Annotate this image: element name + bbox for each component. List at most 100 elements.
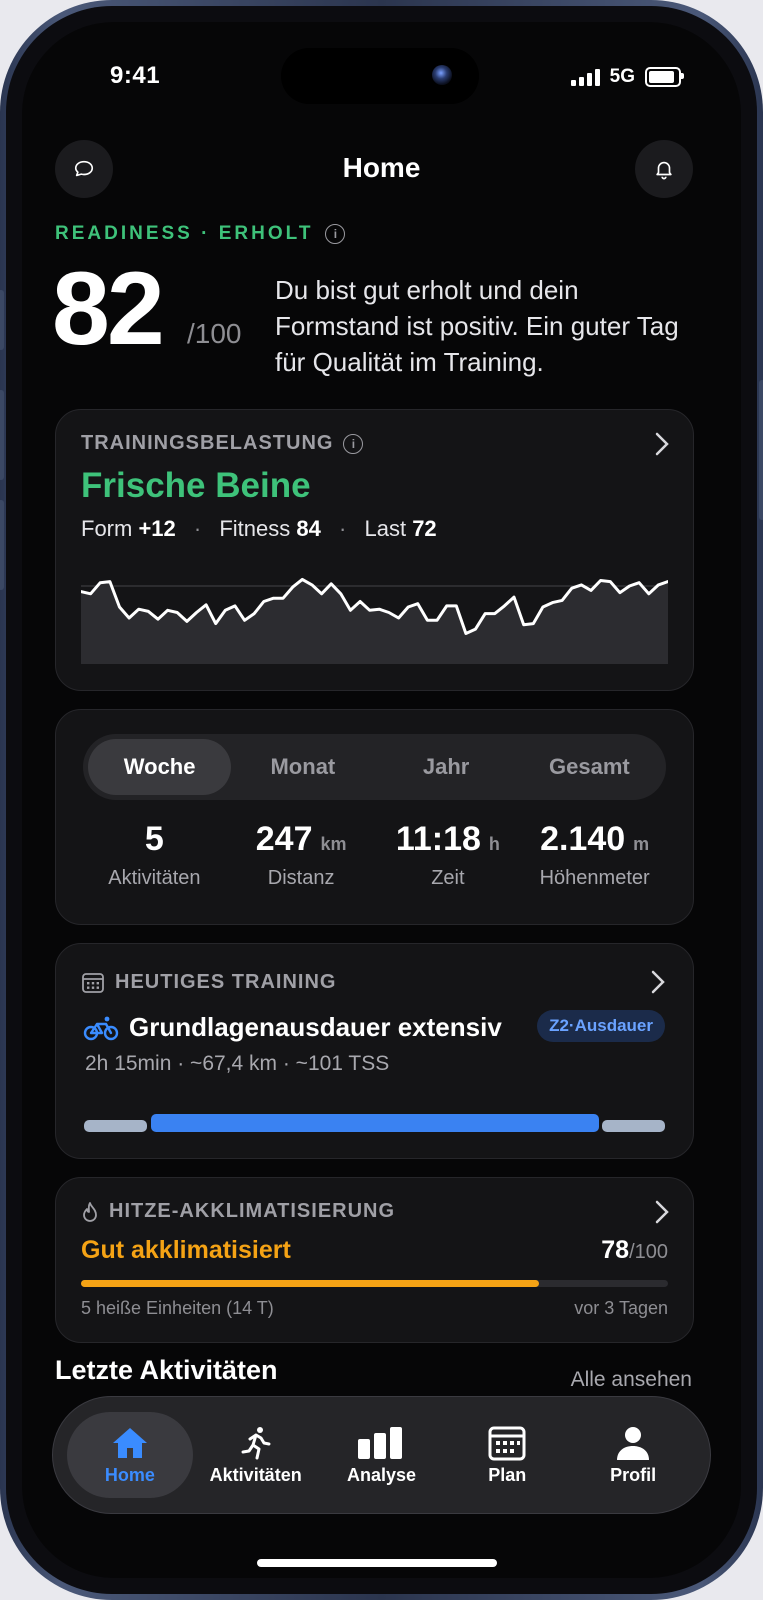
page-title: Home xyxy=(342,152,421,183)
stat-unit: km xyxy=(320,834,347,854)
heat-score-max: /100 xyxy=(629,1241,668,1263)
camera-icon xyxy=(432,65,452,85)
readiness-label-text: READINESS · ERHOLT xyxy=(55,223,314,244)
tab-activities[interactable]: Aktivitäten xyxy=(193,1412,319,1498)
tab-profile[interactable]: Profil xyxy=(570,1412,696,1498)
cycling-icon xyxy=(83,1016,119,1040)
bar-chart-icon xyxy=(358,1426,403,1459)
heat-units: 5 heiße Einheiten (14 T) xyxy=(81,1298,274,1318)
stat-unit: m xyxy=(633,834,650,854)
chevron-right-icon[interactable] xyxy=(651,970,665,994)
power-button xyxy=(759,380,763,520)
heat-progress-bar xyxy=(81,1280,668,1287)
battery-icon xyxy=(645,67,684,87)
workout-name: Grundlagenausdauer extensiv xyxy=(129,1012,502,1042)
heat-score: 78/100 xyxy=(601,1236,668,1265)
volume-up-button xyxy=(0,390,4,480)
runner-icon xyxy=(241,1426,271,1459)
stat-time: 11:18 h Zeit xyxy=(375,820,522,890)
training-load-label-row: TRAININGSBELASTUNG i xyxy=(81,432,364,455)
stat-value: 11:18 xyxy=(395,820,481,858)
stat-value: 2.140 xyxy=(540,820,626,858)
stat-activities: 5 Aktivitäten xyxy=(81,820,228,890)
form-label: Form xyxy=(81,516,133,541)
heat-status: Gut akklimatisiert xyxy=(81,1236,291,1264)
tab-woche[interactable]: Woche xyxy=(88,739,232,795)
today-training-label: HEUTIGES TRAINING xyxy=(115,971,337,993)
calendar-icon xyxy=(488,1426,526,1460)
load-label: Last xyxy=(364,516,407,541)
heat-label-row: HITZE-AKKLIMATISIERUNG xyxy=(81,1200,395,1223)
stat-value: 247 xyxy=(255,820,313,858)
chevron-right-icon[interactable] xyxy=(655,432,669,456)
tab-label: Profil xyxy=(610,1464,657,1485)
tab-monat[interactable]: Monat xyxy=(231,739,374,795)
main-interval-segment xyxy=(151,1114,599,1132)
readiness-score: 82 xyxy=(52,251,165,367)
heat-score-value: 78 xyxy=(601,1236,630,1264)
readiness-description: Du bist gut erholt und dein Formstand is… xyxy=(275,275,679,377)
heat-last: vor 3 Tagen xyxy=(574,1298,668,1318)
stat-value: 5 xyxy=(144,820,164,858)
stat-label: Höhenmeter xyxy=(539,867,650,889)
summary-stats: 5 Aktivitäten 247 km Distanz 11:18 h Zeit … xyxy=(81,820,668,890)
chevron-right-icon[interactable] xyxy=(655,1200,669,1224)
tab-label: Aktivitäten xyxy=(209,1464,302,1485)
action-button xyxy=(0,290,4,350)
recent-activities-title: Letzte Aktivitäten xyxy=(55,1355,278,1385)
training-load-chart xyxy=(81,577,668,664)
summary-card: Woche Monat Jahr Gesamt 5 Aktivitäten 24… xyxy=(55,709,694,925)
volume-down-button xyxy=(0,500,4,590)
stat-label: Aktivitäten xyxy=(108,867,201,889)
bell-icon xyxy=(656,161,672,180)
training-load-stats: Form +12 · Fitness 84 · Last 72 xyxy=(81,516,437,541)
stat-label: Zeit xyxy=(431,867,465,889)
stat-label: Distanz xyxy=(267,867,335,889)
tab-label: Plan xyxy=(488,1464,527,1485)
person-icon xyxy=(617,1426,650,1460)
fitness-label: Fitness xyxy=(219,516,291,541)
info-icon[interactable]: i xyxy=(343,433,364,454)
phone-frame: 9:41 5G Home READINESS · ERHOLT i 82 /10… xyxy=(0,0,763,1600)
home-icon xyxy=(112,1427,147,1458)
cooldown-segment xyxy=(602,1120,665,1132)
training-load-label: TRAININGSBELASTUNG xyxy=(81,432,334,454)
tab-bar: Home Aktivitäten Analyse Plan Profil xyxy=(52,1396,711,1514)
tab-home[interactable]: Home xyxy=(67,1412,193,1498)
zone-badge: Z2·Ausdauer xyxy=(537,1010,665,1042)
info-icon[interactable]: i xyxy=(325,224,346,244)
network-label: 5G xyxy=(609,66,635,87)
period-segmented-control: Woche Monat Jahr Gesamt xyxy=(83,734,666,800)
readiness-score-max: /100 xyxy=(187,318,242,349)
tab-label: Home xyxy=(104,1464,155,1485)
home-indicator[interactable] xyxy=(257,1559,497,1567)
stat-distance: 247 km Distanz xyxy=(228,820,375,890)
training-load-status: Frische Beine xyxy=(81,466,311,505)
tab-plan[interactable]: Plan xyxy=(444,1412,570,1498)
heat-label: HITZE-AKKLIMATISIERUNG xyxy=(109,1200,396,1222)
see-all-link[interactable]: Alle ansehen xyxy=(571,1368,692,1392)
warmup-segment xyxy=(84,1120,147,1132)
workout-meta: 2h 15min · ~67,4 km · ~101 TSS xyxy=(85,1052,390,1075)
notifications-button[interactable] xyxy=(635,140,693,198)
load-value: 72 xyxy=(412,516,437,541)
status-time: 9:41 xyxy=(110,62,161,89)
screen: 9:41 5G Home READINESS · ERHOLT i 82 /10… xyxy=(22,22,741,1578)
tab-jahr[interactable]: Jahr xyxy=(375,739,518,795)
tab-gesamt[interactable]: Gesamt xyxy=(518,739,661,795)
heat-progress-fill xyxy=(81,1280,539,1287)
flame-icon xyxy=(83,1201,97,1222)
today-training-card[interactable]: HEUTIGES TRAINING Grundlagenausdauer ext… xyxy=(55,943,694,1159)
status-indicators: 5G xyxy=(570,66,684,88)
tab-label: Analyse xyxy=(346,1464,417,1485)
tab-analyse[interactable]: Analyse xyxy=(319,1412,445,1498)
form-value: +12 xyxy=(138,516,176,541)
workout-name-row: Grundlagenausdauer extensiv xyxy=(83,1012,502,1043)
training-load-card[interactable]: TRAININGSBELASTUNG i Frische Beine Form … xyxy=(55,409,694,691)
fitness-value: 84 xyxy=(296,516,321,541)
heat-acclimation-card[interactable]: HITZE-AKKLIMATISIERUNG Gut akklimatisier… xyxy=(55,1177,694,1343)
today-training-label-row: HEUTIGES TRAINING xyxy=(81,971,336,994)
calendar-icon xyxy=(82,972,104,993)
signal-icon xyxy=(570,68,600,86)
stat-unit: h xyxy=(488,834,500,854)
